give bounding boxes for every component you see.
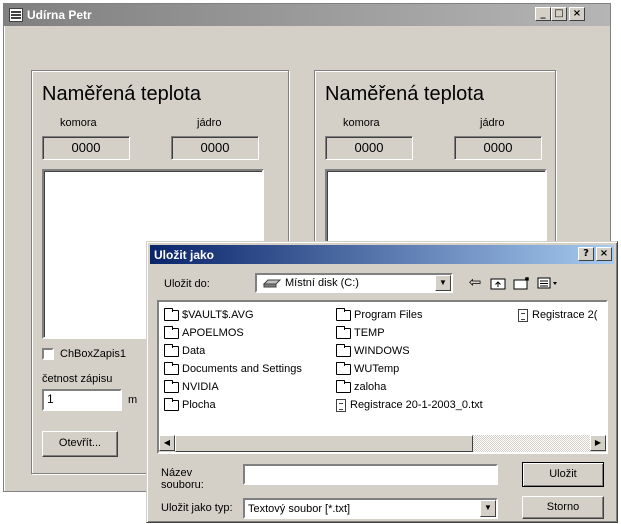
folder-icon bbox=[336, 379, 351, 393]
file-name: $VAULT$.AVG bbox=[182, 309, 254, 321]
scroll-right-icon[interactable]: ▶ bbox=[590, 435, 606, 451]
file-name: NVIDIA bbox=[182, 381, 219, 393]
minimize-button[interactable]: _ bbox=[535, 7, 551, 21]
file-name: Plocha bbox=[182, 399, 216, 411]
dialog-title: Uložit jako bbox=[154, 247, 215, 262]
open-button[interactable]: Otevřít... bbox=[42, 431, 118, 457]
folder-icon bbox=[164, 361, 179, 375]
filetype-label: Uložit jako typ: bbox=[161, 502, 233, 514]
save-in-dropdown[interactable]: Místní disk (C:) ▼ bbox=[255, 273, 453, 293]
back-icon[interactable]: ⇦ bbox=[465, 274, 485, 292]
scrollbar-track[interactable] bbox=[473, 435, 590, 452]
file-name: zaloha bbox=[354, 381, 387, 393]
text-file-icon bbox=[336, 398, 346, 412]
filename-input[interactable] bbox=[243, 464, 498, 485]
up-folder-icon[interactable] bbox=[488, 274, 508, 292]
save-as-dialog: Uložit jako ? × Uložit do: Místní disk (… bbox=[146, 241, 618, 523]
list-item[interactable]: Registrace 20-1-2003_0.txt bbox=[336, 397, 483, 413]
main-window-titlebar[interactable]: Udírna Petr _ □ × bbox=[4, 4, 610, 26]
list-item[interactable]: Data bbox=[164, 343, 205, 359]
filetype-value: Textový soubor [*.txt] bbox=[248, 503, 351, 515]
right-chamber-label: komora bbox=[343, 117, 380, 129]
cancel-button[interactable]: Storno bbox=[522, 496, 604, 519]
list-item[interactable]: Program Files bbox=[336, 307, 422, 323]
folder-icon bbox=[164, 379, 179, 393]
folder-icon bbox=[164, 307, 179, 321]
save-button[interactable]: Uložit bbox=[522, 462, 604, 487]
folder-icon bbox=[164, 325, 179, 339]
scroll-left-icon[interactable]: ◀ bbox=[159, 435, 175, 451]
file-name: Documents and Settings bbox=[182, 363, 302, 375]
list-item[interactable]: Plocha bbox=[164, 397, 216, 413]
folder-icon bbox=[336, 343, 351, 357]
list-item[interactable]: Documents and Settings bbox=[164, 361, 302, 377]
list-item[interactable]: Registrace 2( bbox=[518, 307, 597, 323]
file-name: Data bbox=[182, 345, 206, 357]
right-chamber-display: 0000 bbox=[325, 136, 413, 160]
checkbox-box[interactable] bbox=[42, 348, 54, 360]
file-name: APOELMOS bbox=[182, 327, 244, 339]
file-name: Registrace 2( bbox=[532, 309, 598, 321]
left-chamber-display: 0000 bbox=[42, 136, 130, 160]
list-item[interactable]: zaloha bbox=[336, 379, 386, 395]
new-folder-icon[interactable] bbox=[511, 274, 533, 292]
frequency-label: četnost zápisu bbox=[42, 373, 113, 385]
scrollbar-thumb[interactable] bbox=[175, 435, 473, 452]
list-item[interactable]: $VAULT$.AVG bbox=[164, 307, 254, 323]
main-window-title: Udírna Petr bbox=[27, 8, 92, 22]
right-core-display: 0000 bbox=[454, 136, 542, 160]
left-core-display: 0000 bbox=[171, 136, 259, 160]
right-core-label: jádro bbox=[480, 117, 505, 129]
frequency-input[interactable]: 1 bbox=[42, 389, 122, 411]
left-panel-title: Naměřená teplota bbox=[42, 83, 201, 105]
hard-disk-icon bbox=[263, 279, 281, 288]
list-item[interactable]: NVIDIA bbox=[164, 379, 219, 395]
text-file-icon bbox=[518, 308, 528, 322]
file-name: TEMP bbox=[354, 327, 385, 339]
folder-icon bbox=[336, 361, 351, 375]
list-item[interactable]: TEMP bbox=[336, 325, 385, 341]
file-name: Registrace 20-1-2003_0.txt bbox=[350, 399, 483, 411]
checkbox-label: ChBoxZapis1 bbox=[60, 348, 127, 360]
folder-icon bbox=[164, 397, 179, 411]
file-name: WINDOWS bbox=[354, 345, 410, 357]
maximize-button[interactable]: □ bbox=[551, 7, 567, 21]
dialog-titlebar[interactable]: Uložit jako ? × bbox=[150, 245, 614, 264]
list-item[interactable]: WUTemp bbox=[336, 361, 399, 377]
filetype-dropdown[interactable]: Textový soubor [*.txt] ▼ bbox=[243, 498, 498, 519]
app-icon bbox=[9, 8, 23, 22]
help-button[interactable]: ? bbox=[578, 247, 594, 261]
left-core-label: jádro bbox=[197, 117, 222, 129]
chevron-down-icon[interactable]: ▼ bbox=[480, 500, 496, 517]
file-name: WUTemp bbox=[354, 363, 400, 375]
filename-label: Název souboru: bbox=[161, 467, 204, 491]
horizontal-scrollbar[interactable]: ◀ ▶ bbox=[159, 435, 606, 452]
list-item[interactable]: WINDOWS bbox=[336, 343, 410, 359]
folder-icon bbox=[336, 307, 351, 321]
save-in-label: Uložit do: bbox=[164, 278, 210, 290]
close-button[interactable]: × bbox=[569, 7, 585, 21]
right-panel-title: Naměřená teplota bbox=[325, 83, 484, 105]
frequency-unit: m bbox=[128, 394, 138, 406]
left-write-checkbox[interactable]: ChBoxZapis1 bbox=[42, 348, 126, 360]
left-chamber-label: komora bbox=[60, 117, 97, 129]
list-item[interactable]: APOELMOS bbox=[164, 325, 244, 341]
save-in-value: Místní disk (C:) bbox=[285, 277, 359, 289]
chevron-down-icon[interactable]: ▼ bbox=[435, 275, 451, 291]
folder-icon bbox=[164, 343, 179, 357]
file-name: Program Files bbox=[354, 309, 423, 321]
view-menu-icon[interactable] bbox=[535, 274, 561, 292]
folder-icon bbox=[336, 325, 351, 339]
file-list[interactable]: $VAULT$.AVG APOELMOS Data Documents and Set… bbox=[157, 300, 608, 454]
dialog-close-button[interactable]: × bbox=[596, 247, 612, 261]
